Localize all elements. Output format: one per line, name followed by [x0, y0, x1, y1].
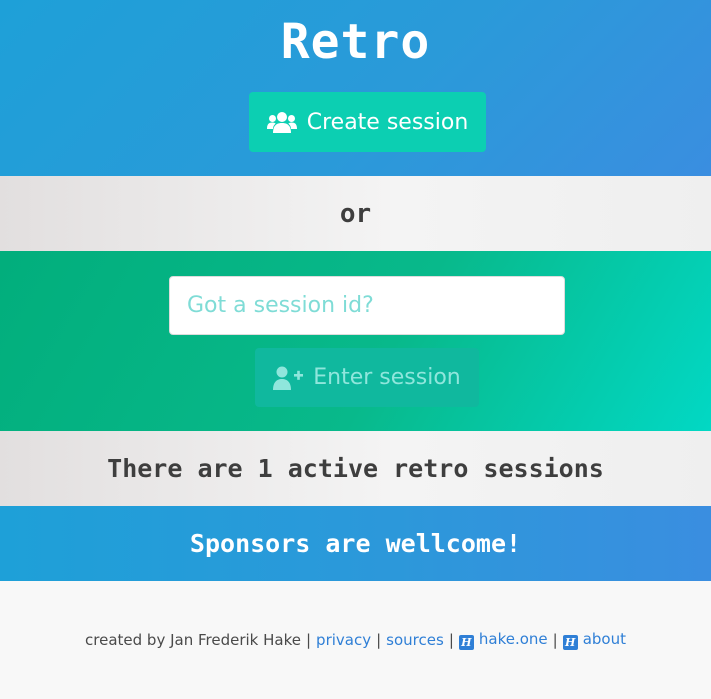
- about-label: about: [582, 630, 626, 648]
- stats-section: There are 1 active retro sessions: [0, 431, 711, 506]
- about-link[interactable]: Habout: [562, 630, 626, 650]
- separator: |: [448, 631, 454, 649]
- user-plus-icon: [273, 366, 304, 390]
- hake-one-link[interactable]: Hhake.one: [458, 630, 548, 650]
- hake-logo-icon: H: [458, 635, 474, 650]
- active-sessions-text: There are 1 active retro sessions: [107, 454, 604, 483]
- separator: |: [376, 631, 382, 649]
- join-section: Enter session: [0, 251, 711, 431]
- or-divider: or: [0, 176, 711, 251]
- session-id-input[interactable]: [169, 276, 565, 335]
- sponsors-section: Sponsors are wellcome!: [0, 506, 711, 581]
- enter-session-label: Enter session: [313, 365, 461, 390]
- users-icon: [266, 111, 297, 133]
- separator: |: [305, 631, 312, 649]
- privacy-link[interactable]: privacy: [316, 631, 371, 649]
- or-text: or: [339, 198, 372, 229]
- app-title: Retro: [280, 14, 431, 70]
- create-session-button[interactable]: Create session: [249, 92, 486, 152]
- enter-session-button[interactable]: Enter session: [255, 348, 479, 407]
- create-session-label: Create session: [306, 109, 469, 135]
- hake-one-label: hake.one: [478, 630, 548, 648]
- sponsors-text: Sponsors are wellcome!: [189, 529, 522, 558]
- footer: created by Jan Frederik Hake | privacy |…: [0, 581, 711, 699]
- hake-logo-icon: H: [562, 635, 578, 650]
- separator: |: [552, 631, 558, 649]
- header-section: Retro Create session: [0, 0, 711, 176]
- created-by-text: created by Jan Frederik Hake: [85, 631, 301, 649]
- sources-link[interactable]: sources: [386, 631, 444, 649]
